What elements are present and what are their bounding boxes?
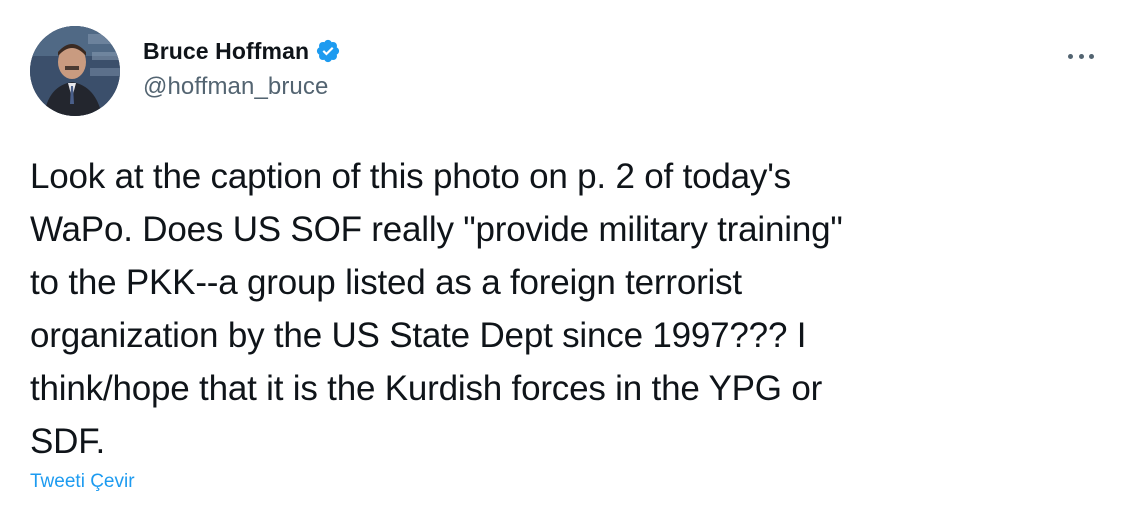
dot-icon (1068, 53, 1073, 59)
verified-badge-icon[interactable] (315, 38, 341, 64)
tweet-card: Bruce Hoffman @hoffman_bruce Look at the… (0, 0, 1130, 520)
more-options-icon[interactable] (1068, 46, 1094, 66)
tweet-text: Look at the caption of this photo on p. … (30, 157, 843, 461)
author-info: Bruce Hoffman @hoffman_bruce (143, 36, 341, 101)
translate-tweet-link[interactable]: Tweeti Çevir (30, 471, 135, 493)
display-name-row: Bruce Hoffman (143, 36, 341, 66)
dot-icon (1089, 53, 1094, 59)
tweet-header: Bruce Hoffman @hoffman_bruce (30, 26, 1100, 116)
avatar[interactable] (30, 26, 120, 116)
author-handle[interactable]: @hoffman_bruce (143, 73, 341, 101)
author-display-name[interactable]: Bruce Hoffman (143, 38, 309, 65)
avatar-photo-icon (30, 26, 120, 116)
dot-icon (1078, 53, 1084, 59)
